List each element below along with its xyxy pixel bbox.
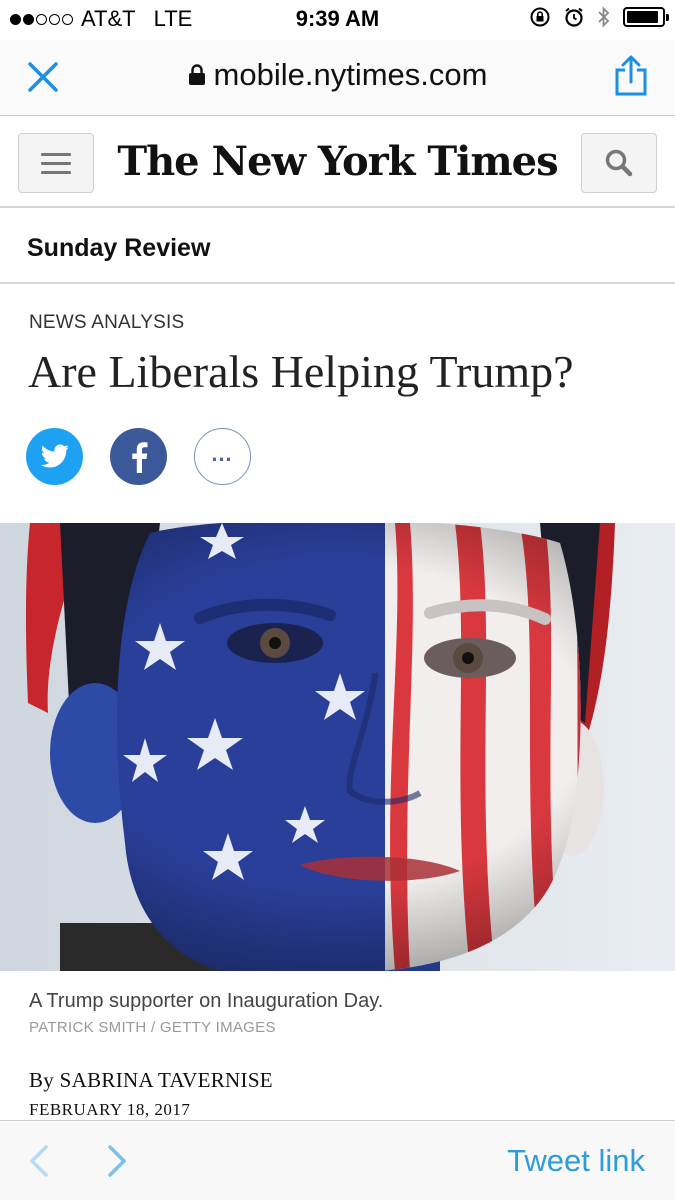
article-headline: Are Liberals Helping Trump?: [28, 346, 574, 397]
chevron-right-icon[interactable]: [104, 1143, 132, 1179]
status-right: [529, 5, 669, 29]
facebook-icon: [131, 441, 147, 473]
photo-credit: PATRICK SMITH / GETTY IMAGES: [29, 1019, 276, 1036]
status-bar: AT&T LTE 9:39 AM: [0, 0, 675, 40]
share-buttons: …: [26, 428, 251, 485]
chevron-left-icon[interactable]: [24, 1143, 52, 1179]
search-button[interactable]: [581, 133, 657, 193]
lock-icon: [188, 64, 205, 85]
article-kicker: NEWS ANALYSIS: [29, 312, 185, 333]
bluetooth-icon: [598, 6, 610, 28]
more-share-options-button[interactable]: …: [194, 428, 251, 485]
twitter-icon: [40, 444, 69, 467]
share-icon[interactable]: [611, 54, 651, 98]
url-text: mobile.nytimes.com: [213, 57, 488, 92]
battery-icon: [623, 7, 669, 27]
browser-address-bar: mobile.nytimes.com: [0, 40, 675, 116]
url-field[interactable]: mobile.nytimes.com: [0, 57, 675, 93]
tweet-link-button[interactable]: Tweet link: [507, 1143, 645, 1179]
article-photo: [0, 523, 675, 971]
article-date: FEBRUARY 18, 2017: [29, 1100, 191, 1119]
more-icon: …: [210, 440, 235, 466]
site-logo[interactable]: The New York Times: [0, 138, 675, 185]
facebook-share-button[interactable]: [110, 428, 167, 485]
search-icon: [605, 149, 633, 177]
rotation-lock-icon: [530, 7, 550, 27]
article-byline[interactable]: By SABRINA TAVERNISE: [29, 1068, 273, 1093]
flag-face-photo: [0, 523, 675, 971]
section-title[interactable]: Sunday Review: [27, 234, 210, 263]
section-bar: Sunday Review: [0, 208, 675, 284]
photo-caption: A Trump supporter on Inauguration Day.: [29, 990, 384, 1012]
alarm-icon: [565, 7, 583, 27]
site-header: The New York Times: [0, 116, 675, 208]
bottom-toolbar: Tweet link: [0, 1120, 675, 1200]
twitter-share-button[interactable]: [26, 428, 83, 485]
